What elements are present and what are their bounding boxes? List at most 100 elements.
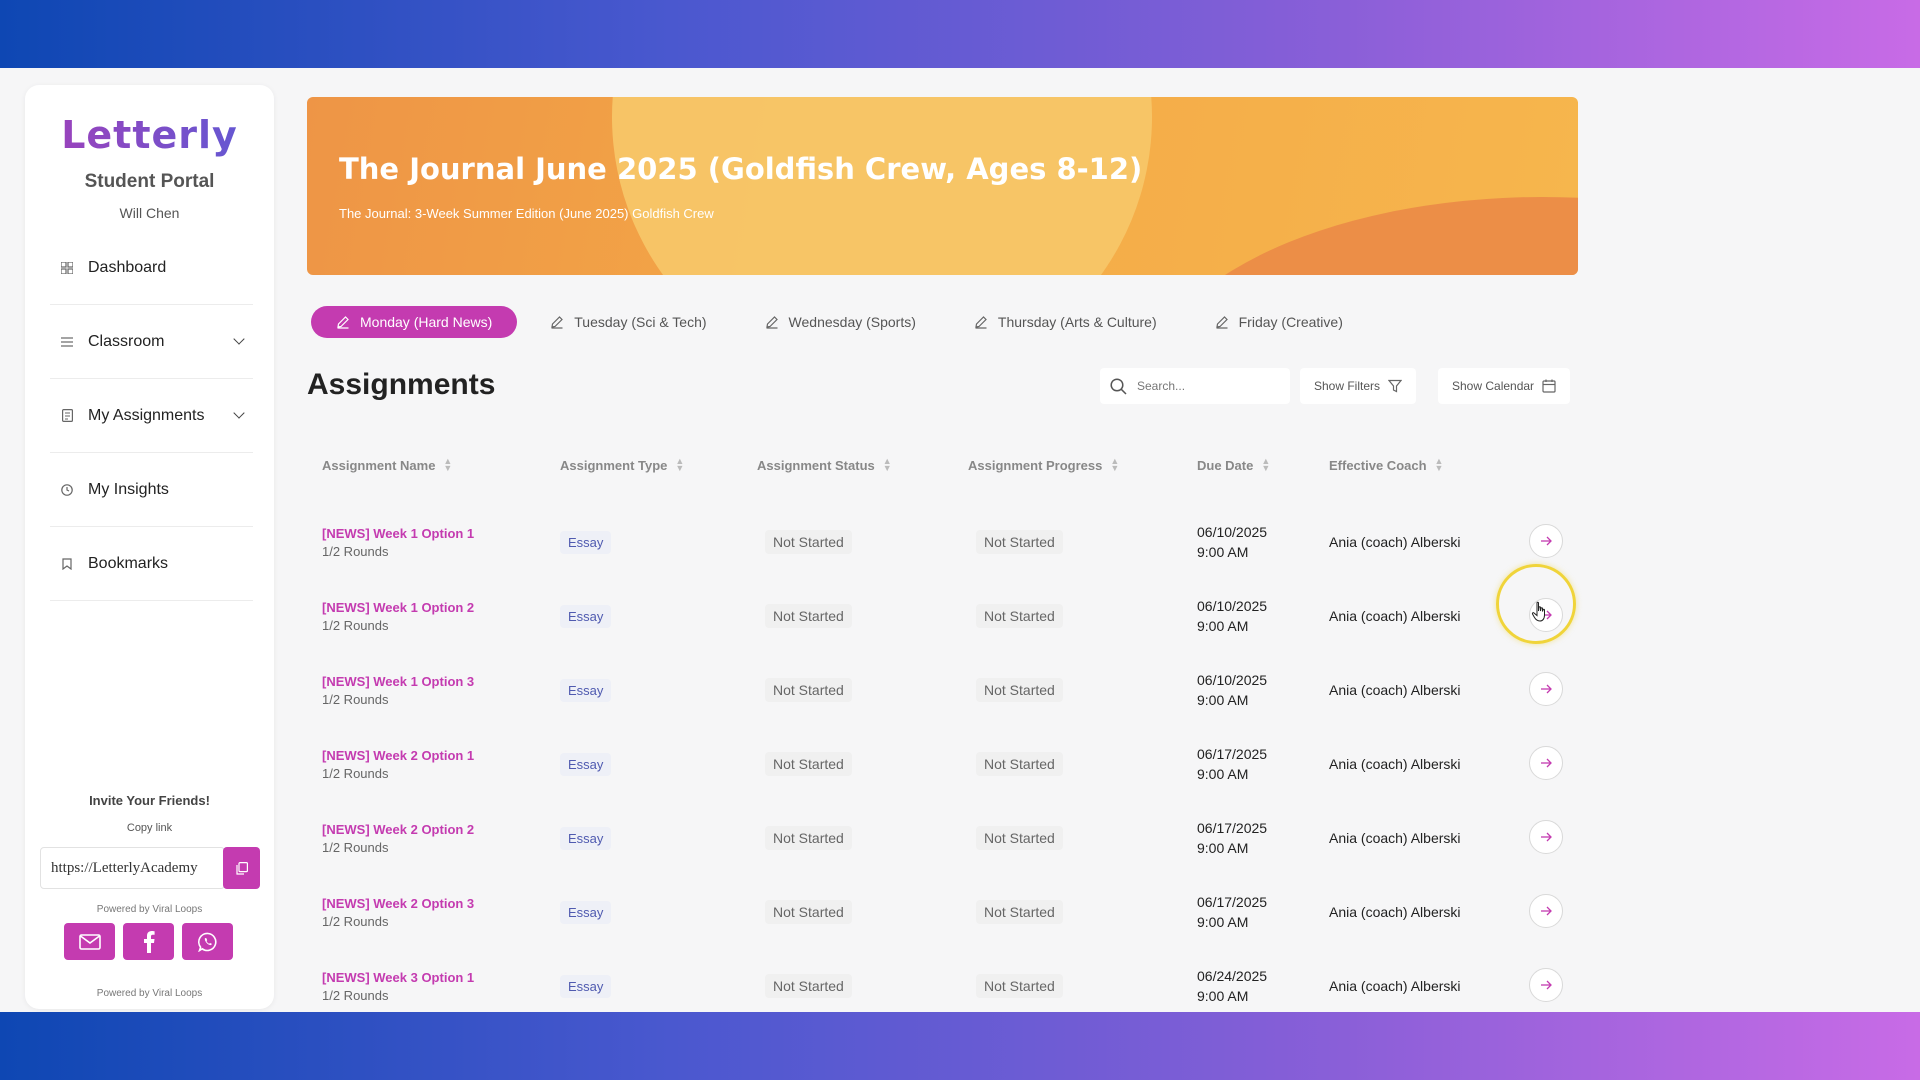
type-badge: Essay [560, 678, 612, 702]
facebook-icon [143, 930, 155, 953]
pencil-icon [765, 315, 779, 329]
due-date: 06/10/2025 [1197, 672, 1268, 688]
show-filters-button[interactable]: Show Filters [1300, 368, 1417, 404]
open-assignment-button[interactable] [1529, 598, 1563, 632]
email-share-button[interactable] [64, 923, 115, 960]
due-date-cell: 06/17/2025 9:00 AM [1197, 727, 1267, 801]
type-badge: Essay [560, 974, 612, 998]
show-calendar-button[interactable]: Show Calendar [1438, 368, 1571, 404]
tab-label: Tuesday (Sci & Tech) [574, 314, 707, 330]
open-assignment-button[interactable] [1529, 968, 1563, 1002]
assignment-link[interactable]: [NEWS] Week 2 Option 2 [322, 822, 474, 837]
due-date: 06/17/2025 [1197, 894, 1268, 910]
tab-thursday[interactable]: Thursday (Arts & Culture) [949, 306, 1182, 338]
sidebar-item-dashboard[interactable]: Dashboard [50, 231, 253, 305]
chevron-down-icon[interactable] [233, 407, 245, 419]
portal-title: Student Portal [84, 171, 215, 192]
pencil-icon [974, 315, 988, 329]
calendar-icon [1542, 379, 1556, 393]
status-cell: Not Started [765, 801, 852, 875]
tab-label: Monday (Hard News) [360, 314, 493, 330]
due-date: 06/10/2025 [1197, 598, 1268, 614]
clock-icon [60, 483, 74, 497]
chevron-down-icon[interactable] [233, 333, 245, 345]
column-header-name[interactable]: Assignment Name ▲ ▼ [322, 445, 452, 485]
search-box[interactable]: Search... [1100, 368, 1290, 404]
status-cell: Not Started [765, 727, 852, 801]
copy-link-button[interactable] [223, 847, 260, 889]
assignment-link[interactable]: [NEWS] Week 3 Option 1 [322, 970, 474, 985]
tab-wednesday[interactable]: Wednesday (Sports) [740, 306, 941, 338]
tab-monday[interactable]: Monday (Hard News) [311, 306, 518, 338]
due-time: 9:00 AM [1197, 840, 1249, 856]
assignment-link[interactable]: [NEWS] Week 2 Option 1 [322, 748, 474, 763]
tab-friday[interactable]: Friday (Creative) [1190, 306, 1368, 338]
arrow-right-icon [1541, 980, 1552, 990]
column-header-due-date[interactable]: Due Date ▲ ▼ [1197, 445, 1270, 485]
assignment-name-cell: [NEWS] Week 3 Option 1 1/2 Rounds [322, 949, 474, 1012]
arrow-right-icon [1541, 684, 1552, 694]
type-cell: Essay [560, 949, 612, 1012]
facebook-share-button[interactable] [123, 923, 174, 960]
letterly-logo[interactable]: Letterly [25, 113, 274, 157]
tab-tuesday[interactable]: Tuesday (Sci & Tech) [525, 306, 731, 338]
share-buttons [64, 923, 233, 960]
due-date-cell: 06/10/2025 9:00 AM [1197, 653, 1267, 727]
referral-link-field[interactable] [40, 847, 225, 889]
sidebar-item-my-insights[interactable]: My Insights [50, 453, 253, 527]
sidebar-item-label: My Insights [88, 480, 169, 498]
arrow-right-icon [1541, 906, 1552, 916]
open-assignment-button[interactable] [1529, 672, 1563, 706]
due-date-cell: 06/10/2025 9:00 AM [1197, 579, 1267, 653]
coach-name: Ania (coach) Alberski [1329, 978, 1461, 994]
column-header-status[interactable]: Assignment Status ▲ ▼ [757, 445, 892, 485]
sidebar-item-bookmarks[interactable]: Bookmarks [50, 527, 253, 601]
sidebar-item-classroom[interactable]: Classroom [50, 305, 253, 379]
open-assignment-button[interactable] [1529, 820, 1563, 854]
course-title: The Journal June 2025 (Goldfish Crew, Ag… [339, 152, 1143, 186]
type-badge: Essay [560, 530, 612, 554]
coach-cell: Ania (coach) Alberski [1329, 875, 1461, 949]
assignment-link[interactable]: [NEWS] Week 1 Option 1 [322, 526, 474, 541]
coach-name: Ania (coach) Alberski [1329, 756, 1461, 772]
sidebar-item-my-assignments[interactable]: My Assignments [50, 379, 253, 453]
whatsapp-share-button[interactable] [182, 923, 233, 960]
column-header-type[interactable]: Assignment Type ▲ ▼ [560, 445, 684, 485]
column-header-coach[interactable]: Effective Coach ▲ ▼ [1329, 445, 1443, 485]
assignment-link[interactable]: [NEWS] Week 1 Option 3 [322, 674, 474, 689]
pencil-icon [336, 315, 350, 329]
progress-cell: Not Started [976, 653, 1063, 727]
open-assignment-button[interactable] [1529, 894, 1563, 928]
type-cell: Essay [560, 579, 612, 653]
coach-name: Ania (coach) Alberski [1329, 830, 1461, 846]
assignment-name-cell: [NEWS] Week 2 Option 2 1/2 Rounds [322, 801, 474, 875]
assignment-link[interactable]: [NEWS] Week 2 Option 3 [322, 896, 474, 911]
tab-label: Wednesday (Sports) [788, 314, 916, 330]
column-header-progress[interactable]: Assignment Progress ▲ ▼ [968, 445, 1119, 485]
coach-cell: Ania (coach) Alberski [1329, 579, 1461, 653]
list-icon [60, 335, 74, 349]
type-cell: Essay [560, 801, 612, 875]
open-assignment-button[interactable] [1529, 524, 1563, 558]
day-tabs: Monday (Hard News) Tuesday (Sci & Tech) … [311, 304, 1376, 340]
arrow-right-icon [1541, 832, 1552, 842]
coach-cell: Ania (coach) Alberski [1329, 653, 1461, 727]
open-assignment-button[interactable] [1529, 746, 1563, 780]
user-name: Will Chen [119, 205, 180, 221]
coach-name: Ania (coach) Alberski [1329, 534, 1461, 550]
due-date: 06/10/2025 [1197, 524, 1268, 540]
due-date: 06/24/2025 [1197, 968, 1268, 984]
rounds-count: 1/2 Rounds [322, 691, 389, 707]
status-badge: Not Started [765, 752, 852, 776]
table-row: [NEWS] Week 2 Option 1 1/2 Rounds Essay N… [307, 727, 1578, 801]
due-time: 9:00 AM [1197, 988, 1249, 1004]
search-input[interactable]: Search... [1137, 379, 1185, 393]
table-row: [NEWS] Week 1 Option 2 1/2 Rounds Essay N… [307, 579, 1578, 653]
table-header: Assignment Name ▲ ▼ Assignment Type ▲ ▼ Assi… [307, 445, 1578, 485]
tab-label: Thursday (Arts & Culture) [997, 314, 1157, 330]
assignment-name-cell: [NEWS] Week 1 Option 2 1/2 Rounds [322, 579, 474, 653]
arrow-right-icon [1541, 536, 1552, 546]
status-badge: Not Started [765, 826, 852, 850]
grid-icon [60, 261, 74, 275]
assignment-link[interactable]: [NEWS] Week 1 Option 2 [322, 600, 474, 615]
